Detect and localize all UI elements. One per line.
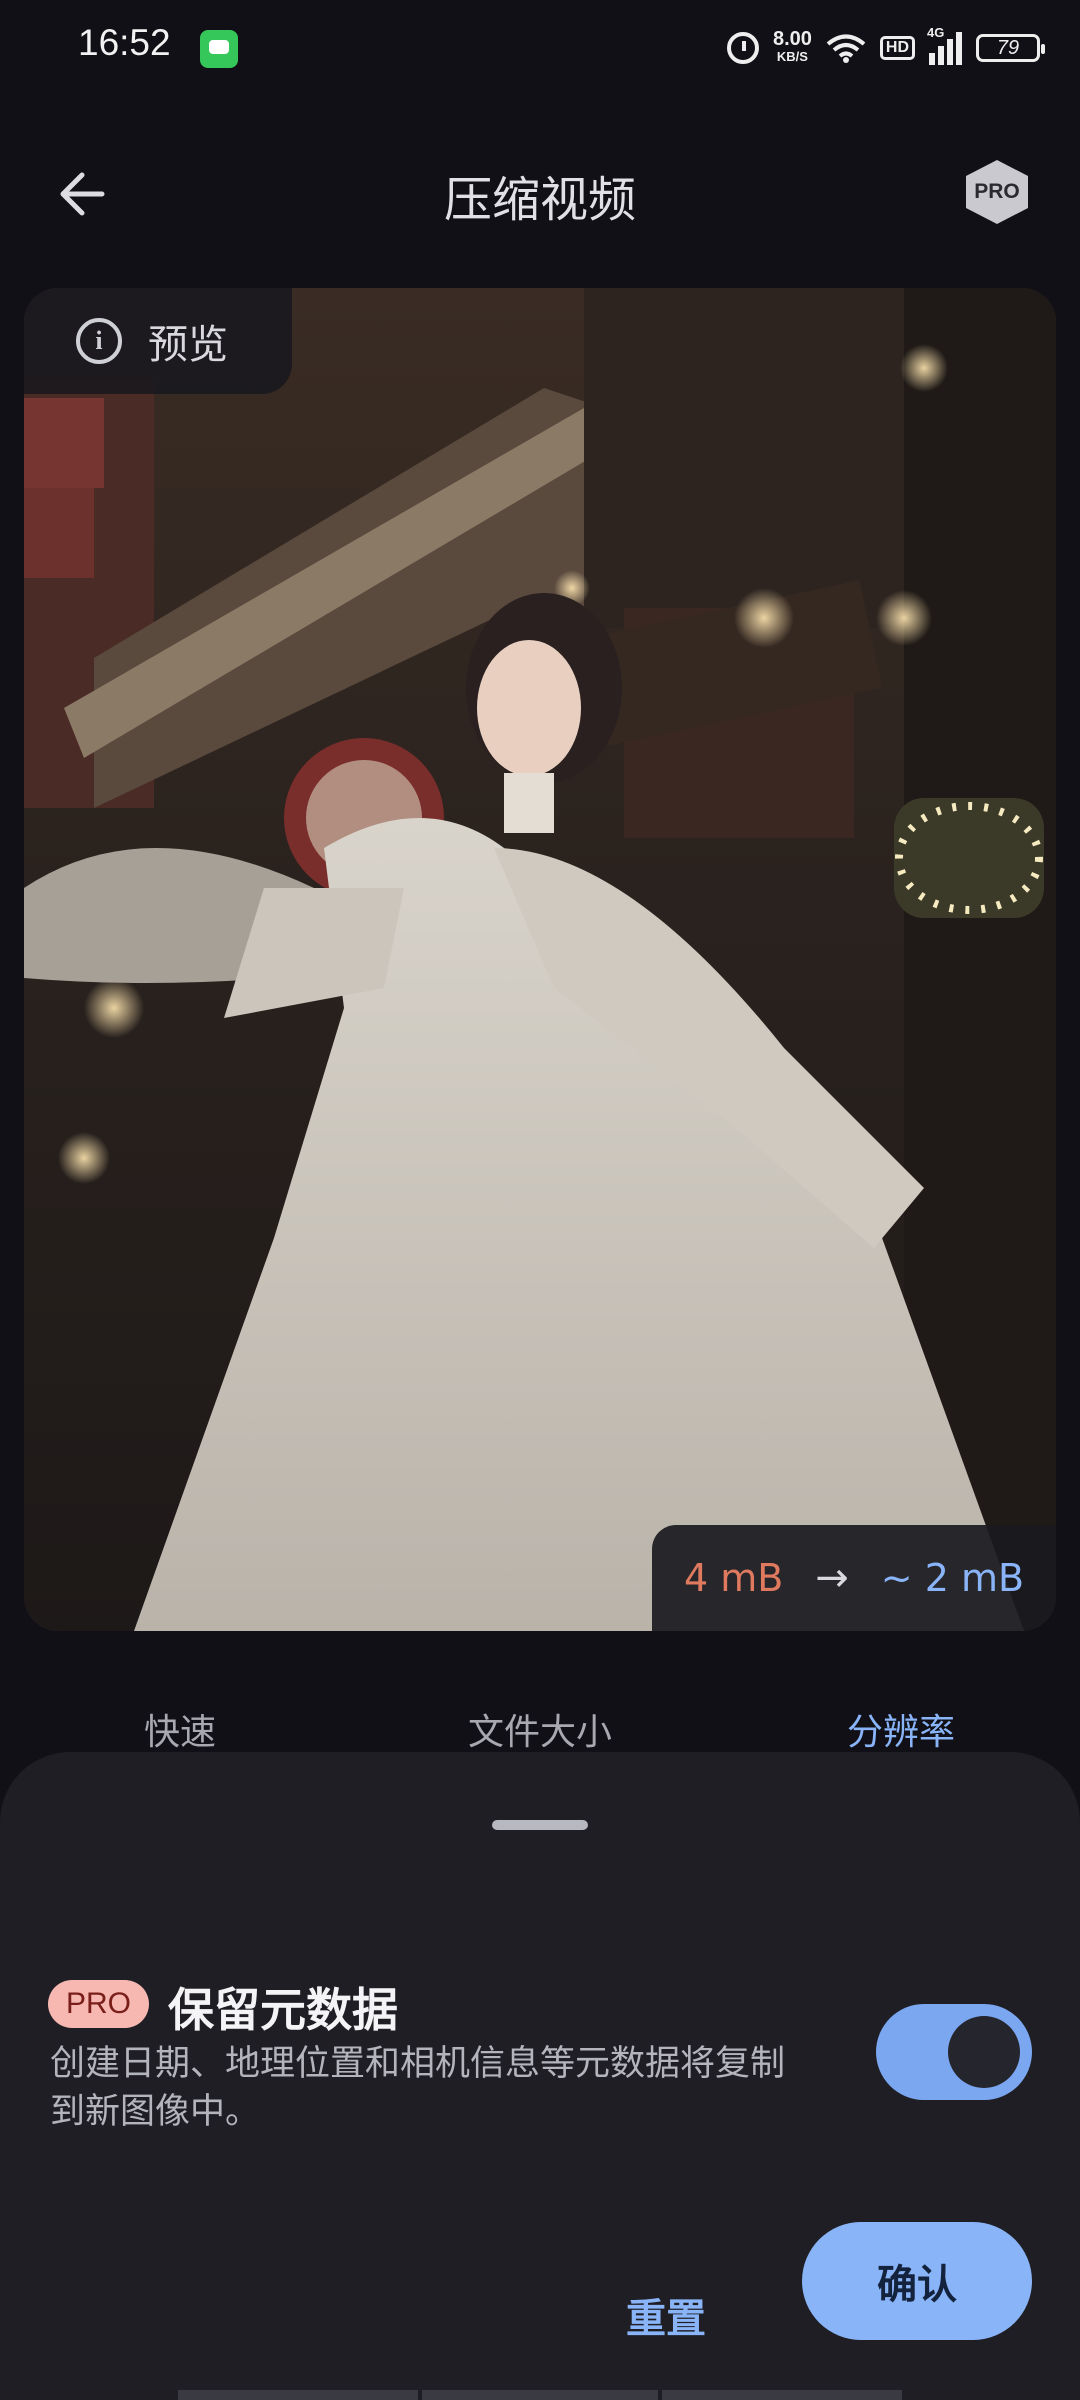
page-title: 压缩视频 (443, 172, 636, 228)
network-type: 4G (927, 25, 945, 40)
network-speed: 8.00 KB/S (772, 28, 812, 66)
size-estimate: 4 mB → ~ 2 mB (652, 1525, 1056, 1631)
metadata-bottom-sheet: PRO 保留元数据 创建日期、地理位置和相机信息等元数据将复制到新图像中。 重置… (0, 1752, 1080, 2400)
drag-handle[interactable] (492, 1820, 588, 1830)
tab-quick[interactable]: 快速 (144, 1703, 216, 1755)
preview-photo (24, 288, 1056, 1631)
status-time: 16:52 (78, 22, 171, 63)
pro-tag: PRO (48, 1980, 150, 2028)
status-bar: 16:52 8.00 KB/S HD 4G 79 (0, 0, 1080, 96)
original-size: 4 mB (683, 1556, 784, 1600)
battery-icon: 79 (976, 34, 1045, 62)
keep-metadata-toggle[interactable] (876, 2004, 1032, 2100)
reset-button[interactable]: 重置 (578, 2272, 754, 2358)
preview-label: 预览 (148, 322, 228, 368)
info-icon: i (76, 318, 122, 364)
battery-level: 79 (996, 36, 1020, 59)
compressed-size: ~ 2 mB (880, 1556, 1025, 1600)
status-icons: 8.00 KB/S HD 4G 79 (726, 24, 1045, 72)
alarm-icon (726, 32, 759, 64)
signal-icon: 4G (927, 25, 962, 65)
keep-metadata-description: 创建日期、地理位置和相机信息等元数据将复制到新图像中。 (50, 2044, 786, 2132)
network-speed-unit: KB/S (776, 49, 808, 64)
gesture-bar (0, 2386, 1080, 2400)
messages-icon (200, 30, 238, 68)
video-preview[interactable]: i 预览 4 mB → ~ 2 mB (24, 288, 1056, 1631)
tab-resolution[interactable]: 分辨率 (847, 1703, 955, 1755)
keep-metadata-title: 保留元数据 (168, 1983, 398, 2037)
network-speed-value: 8.00 (772, 28, 812, 50)
preview-badge: i 预览 (24, 288, 292, 394)
confirm-button[interactable]: 确认 (802, 2222, 1032, 2340)
pro-badge-label: PRO (974, 180, 1020, 203)
arrow-right-icon: → (815, 1555, 849, 1601)
toggle-knob (948, 2016, 1020, 2088)
wifi-icon (826, 33, 866, 63)
hd-badge: HD (879, 36, 915, 60)
tab-file-size[interactable]: 文件大小 (468, 1703, 612, 1755)
